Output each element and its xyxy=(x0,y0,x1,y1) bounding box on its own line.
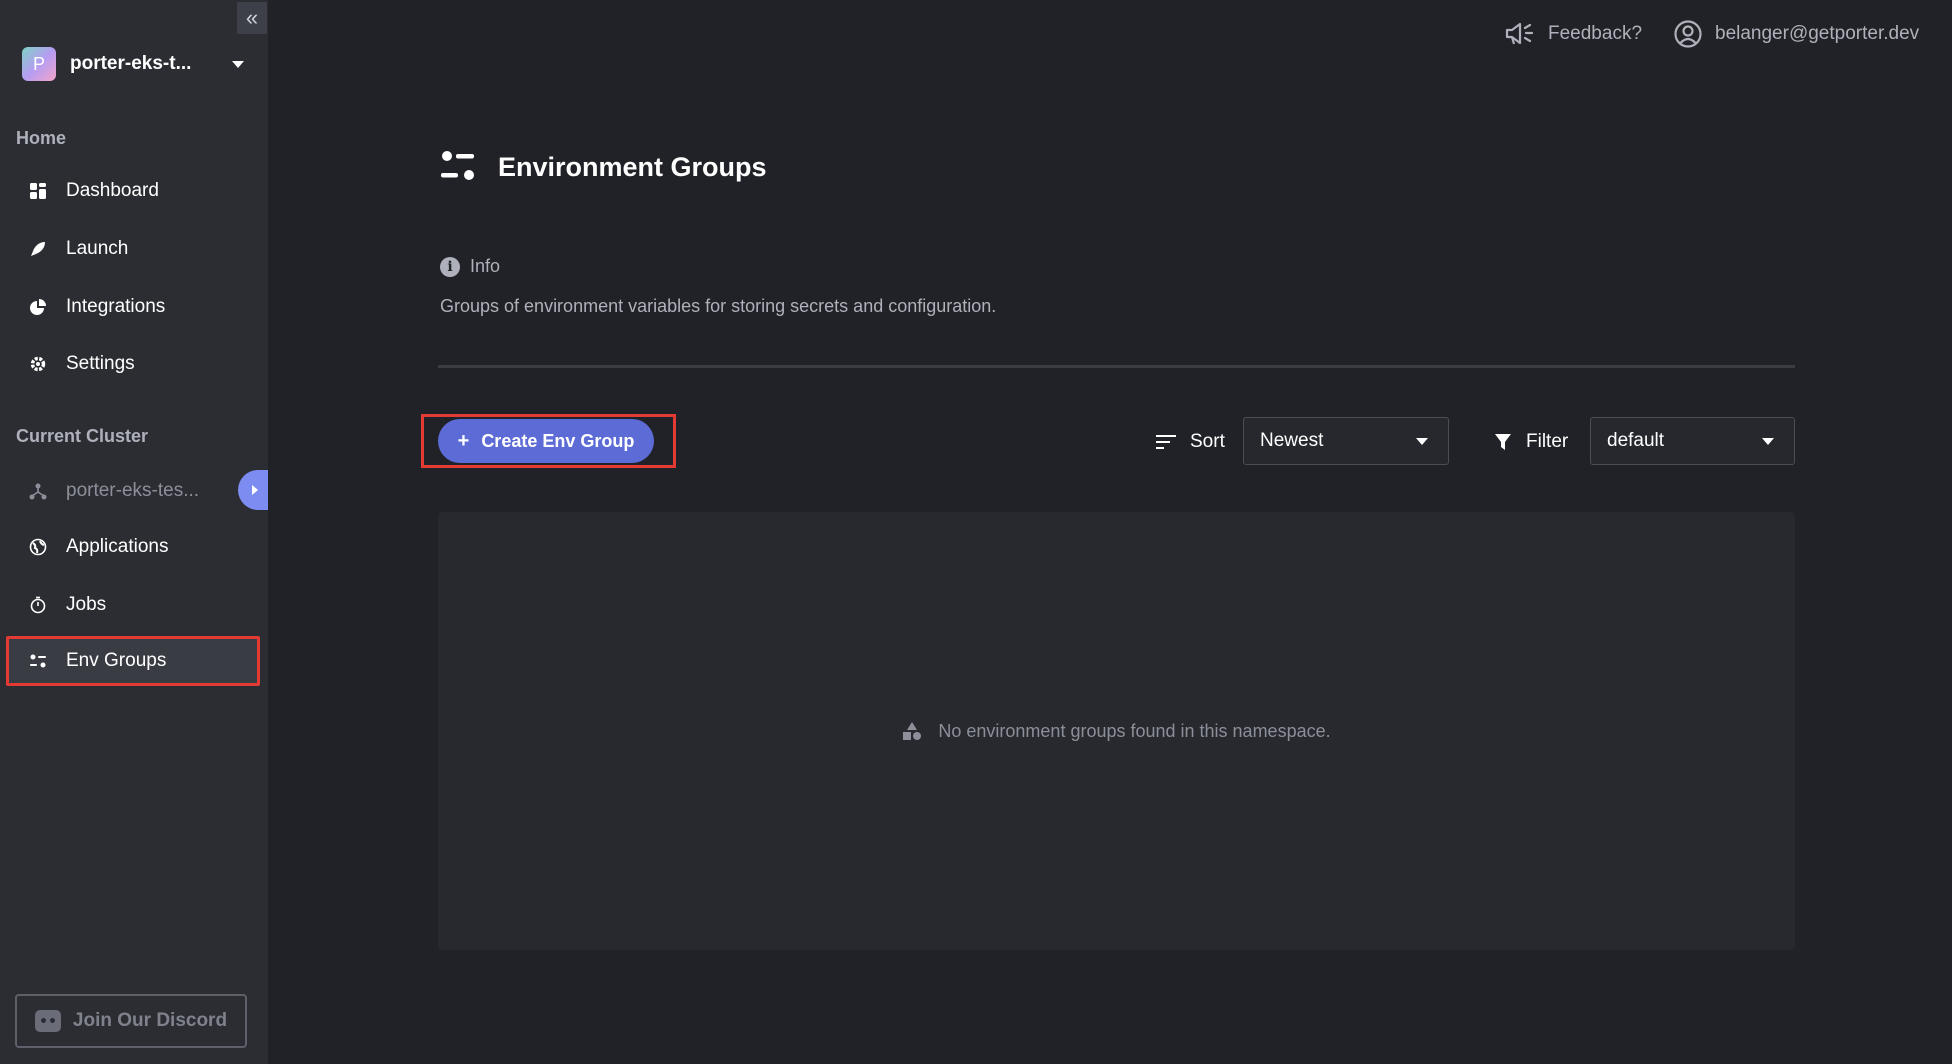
discord-label: Join Our Discord xyxy=(72,1010,228,1031)
sidebar-item-label: Env Groups xyxy=(66,650,167,671)
sidebar-item-launch[interactable]: Launch xyxy=(6,224,260,274)
filter-label: Filter xyxy=(1526,431,1569,452)
double-chevron-left-icon: « xyxy=(245,5,259,30)
caret-down-icon xyxy=(1762,437,1774,445)
sidebar-item-label: Integrations xyxy=(66,296,166,317)
sort-icon xyxy=(1156,434,1176,450)
globe-icon xyxy=(28,537,48,557)
collapse-sidebar-button[interactable]: « xyxy=(237,2,267,34)
env-groups-icon xyxy=(28,651,48,671)
plus-icon: + xyxy=(457,429,470,452)
sidebar-item-applications[interactable]: Applications xyxy=(6,522,260,572)
user-avatar-icon xyxy=(1673,19,1703,49)
info-icon: i xyxy=(440,256,460,277)
empty-state: No environment groups found in this name… xyxy=(438,512,1795,950)
sidebar-item-dashboard[interactable]: Dashboard xyxy=(6,166,260,216)
sort-label: Sort xyxy=(1190,431,1225,452)
sidebar-item-jobs[interactable]: Jobs xyxy=(6,580,260,630)
sort-value: Newest xyxy=(1260,430,1324,451)
dashboard-icon xyxy=(28,181,48,201)
divider xyxy=(438,365,1795,368)
megaphone-icon xyxy=(1504,21,1536,47)
sidebar-item-settings[interactable]: Settings xyxy=(6,339,260,389)
join-discord-button[interactable]: Join Our Discord xyxy=(15,994,247,1048)
home-section-label: Home xyxy=(16,128,67,148)
sidebar: « P porter-eks-t... Home Dashboard Launc… xyxy=(0,0,268,1064)
filter-label-group: Filter xyxy=(1494,420,1568,464)
info-row: i Info xyxy=(440,256,500,277)
user-email: belanger@getporter.dev xyxy=(1715,23,1920,44)
discord-icon xyxy=(34,1010,61,1032)
chevron-right-icon xyxy=(252,485,258,495)
info-label: Info xyxy=(470,256,501,276)
sidebar-item-integrations[interactable]: Integrations xyxy=(6,282,260,332)
cluster-name: porter-eks-tes... xyxy=(66,480,200,501)
caret-down-icon xyxy=(1416,437,1428,445)
sidebar-item-label: Jobs xyxy=(66,594,107,615)
stopwatch-icon xyxy=(28,595,48,615)
sort-label-group: Sort xyxy=(1156,420,1225,464)
project-avatar: P xyxy=(22,47,56,81)
sidebar-item-label: Settings xyxy=(66,353,135,374)
sidebar-item-label: Applications xyxy=(66,536,169,557)
page-description: Groups of environment variables for stor… xyxy=(440,296,997,316)
create-button-label: Create Env Group xyxy=(481,430,635,451)
page-header: Environment Groups xyxy=(440,150,767,184)
env-groups-list: No environment groups found in this name… xyxy=(438,512,1795,950)
sidebar-item-label: Launch xyxy=(66,238,129,259)
create-env-group-button[interactable]: + Create Env Group xyxy=(438,419,654,463)
gear-icon xyxy=(28,354,48,374)
cluster-section-label: Current Cluster xyxy=(16,426,149,446)
project-selector[interactable]: P porter-eks-t... xyxy=(22,46,252,82)
pie-chart-icon xyxy=(28,297,48,317)
rocket-icon xyxy=(28,239,48,259)
empty-message: No environment groups found in this name… xyxy=(938,720,1331,741)
filter-value: default xyxy=(1607,430,1665,451)
feedback-button[interactable]: Feedback? xyxy=(1504,18,1642,50)
shapes-icon xyxy=(902,722,922,740)
feedback-label: Feedback? xyxy=(1548,23,1643,44)
namespace-filter-select[interactable]: default xyxy=(1590,417,1795,465)
page-title: Environment Groups xyxy=(498,151,767,182)
project-name: porter-eks-t... xyxy=(70,53,192,74)
sidebar-item-label: Dashboard xyxy=(66,180,159,201)
cluster-selector[interactable]: porter-eks-tes... xyxy=(6,466,260,516)
env-groups-icon xyxy=(440,150,476,184)
caret-down-icon xyxy=(232,60,244,68)
cluster-node-icon xyxy=(28,481,48,501)
sort-select[interactable]: Newest xyxy=(1243,417,1449,465)
filter-icon xyxy=(1494,433,1512,451)
user-menu[interactable]: belanger@getporter.dev xyxy=(1673,18,1919,50)
sidebar-item-env-groups[interactable]: Env Groups xyxy=(6,636,260,686)
